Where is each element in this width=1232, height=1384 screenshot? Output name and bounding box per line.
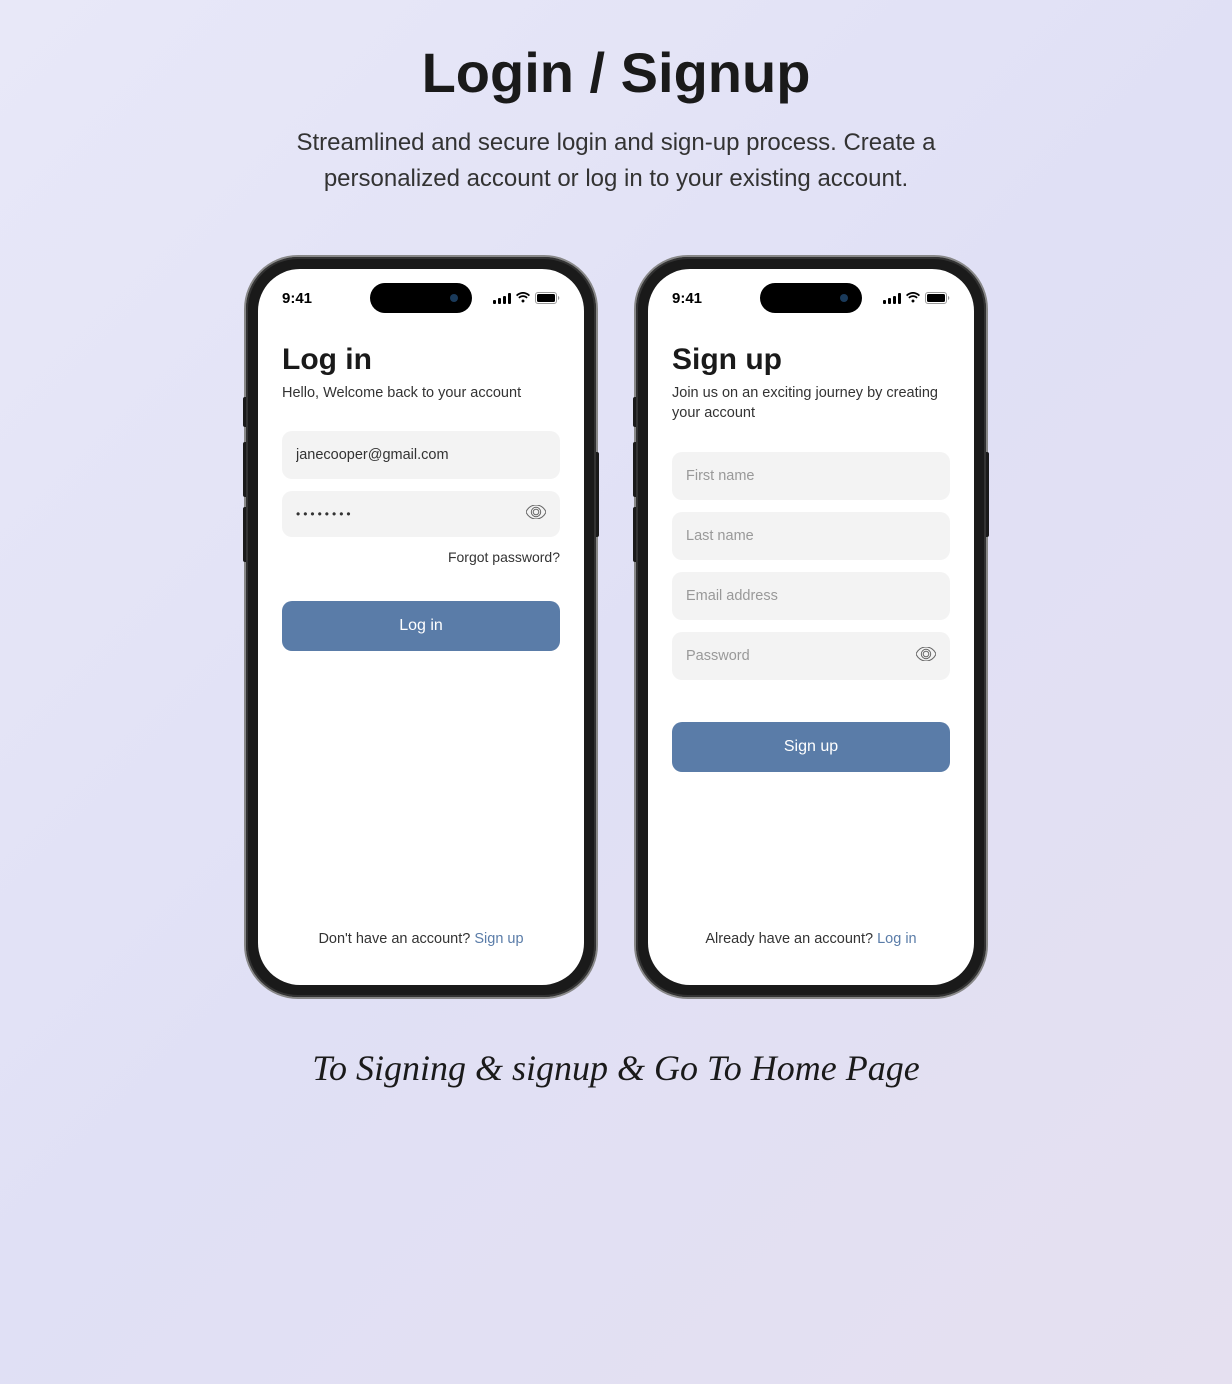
login-footer: Don't have an account? Sign up (258, 931, 584, 947)
lastname-input[interactable] (672, 512, 950, 560)
firstname-input[interactable] (672, 452, 950, 500)
email-input[interactable] (282, 431, 560, 479)
forgot-password-link[interactable]: Forgot password? (282, 549, 560, 565)
lastname-field[interactable] (686, 528, 936, 544)
eye-icon[interactable] (916, 647, 936, 665)
wifi-icon (905, 292, 921, 304)
signup-link[interactable]: Sign up (474, 931, 523, 947)
password-field[interactable] (686, 648, 936, 664)
login-link[interactable]: Log in (877, 931, 917, 947)
wifi-icon (515, 292, 531, 304)
bottom-caption: To Signing & signup & Go To Home Page (20, 1047, 1212, 1089)
status-time: 9:41 (282, 290, 312, 307)
status-time: 9:41 (672, 290, 702, 307)
login-title: Log in (282, 343, 560, 377)
email-input[interactable] (672, 572, 950, 620)
notch (370, 283, 472, 313)
login-button[interactable]: Log in (282, 601, 560, 651)
phone-frame-login: 9:41 Log in Hello, Welcome back to your (246, 257, 596, 997)
login-footer-text: Don't have an account? (318, 931, 474, 947)
signup-title: Sign up (672, 343, 950, 377)
eye-icon[interactable] (526, 505, 546, 523)
signup-button[interactable]: Sign up (672, 722, 950, 772)
page-title: Login / Signup (20, 40, 1212, 105)
password-input[interactable]: •••••••• (282, 491, 560, 537)
phones-container: 9:41 Log in Hello, Welcome back to your (20, 257, 1212, 997)
status-icons (493, 292, 560, 304)
signal-icon (493, 293, 511, 304)
page-subtitle: Streamlined and secure login and sign-up… (226, 125, 1006, 197)
signup-footer-text: Already have an account? (705, 931, 877, 947)
battery-icon (925, 292, 950, 304)
password-input[interactable] (672, 632, 950, 680)
email-field[interactable] (296, 447, 546, 463)
phone-screen-signup: 9:41 Sign up Join us on an exciting jour (648, 269, 974, 985)
phone-screen-login: 9:41 Log in Hello, Welcome back to your (258, 269, 584, 985)
password-value: •••••••• (296, 507, 354, 521)
phone-frame-signup: 9:41 Sign up Join us on an exciting jour (636, 257, 986, 997)
notch (760, 283, 862, 313)
signal-icon (883, 293, 901, 304)
firstname-field[interactable] (686, 468, 936, 484)
battery-icon (535, 292, 560, 304)
email-field[interactable] (686, 588, 936, 604)
signup-footer: Already have an account? Log in (648, 931, 974, 947)
status-icons (883, 292, 950, 304)
signup-subtitle: Join us on an exciting journey by creati… (672, 383, 950, 424)
login-subtitle: Hello, Welcome back to your account (282, 383, 560, 403)
